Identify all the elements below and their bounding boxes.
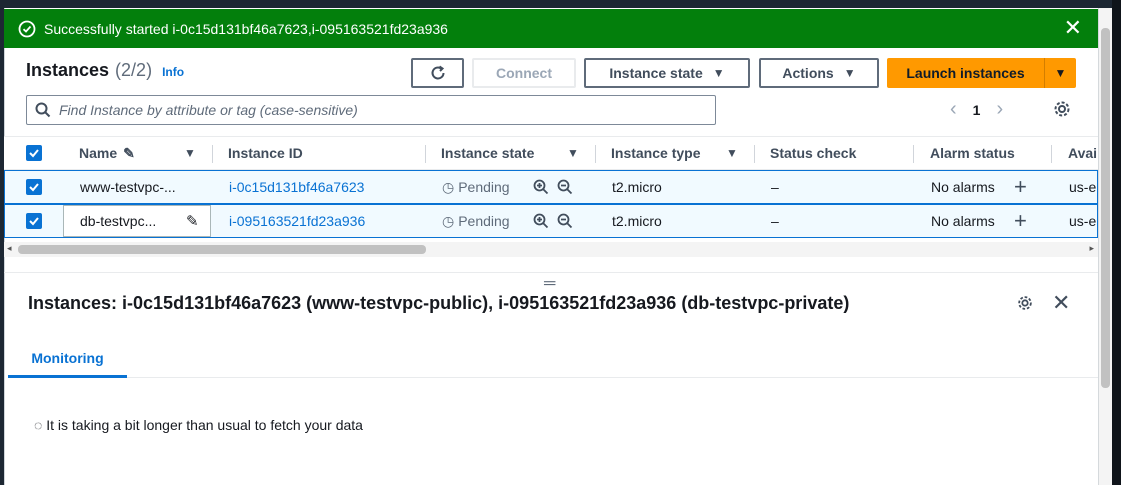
add-alarm-icon[interactable]: + — [1014, 205, 1027, 237]
instance-state-cell: ◷ Pending — [442, 205, 510, 237]
status-check: – — [771, 179, 779, 195]
close-icon[interactable]: ✕ — [1052, 290, 1070, 316]
instance-type: t2.micro — [612, 213, 662, 229]
instance-type: t2.micro — [612, 179, 662, 195]
select-all-checkbox[interactable] — [26, 137, 42, 169]
scroll-right-arrow-icon[interactable]: ▸ — [1089, 243, 1094, 254]
instance-state-dropdown[interactable]: Instance state ▼ — [584, 58, 750, 88]
check-icon — [29, 183, 39, 192]
horizontal-scrollbar[interactable]: ◂ ▸ — [4, 242, 1098, 257]
actions-label: Actions — [782, 65, 834, 81]
state-zoom-controls — [533, 205, 573, 237]
availability-zone: us-e — [1069, 213, 1097, 229]
sort-caret-icon[interactable]: ▼ — [184, 137, 196, 169]
current-page[interactable]: 1 — [973, 102, 981, 118]
instance-id-link[interactable]: i-095163521fd23a936 — [229, 205, 365, 237]
horizontal-scrollbar-thumb[interactable] — [18, 245, 426, 254]
info-link[interactable]: Info — [162, 65, 184, 79]
caret-down-icon: ▼ — [1054, 66, 1067, 80]
loading-status-text: It is taking a bit longer than usual to … — [46, 417, 363, 433]
details-title: Instances: i-0c15d131bf46a7623 (www-test… — [28, 293, 850, 313]
selection-count: (2/2) — [115, 60, 153, 80]
caret-down-icon: ▼ — [712, 66, 725, 80]
check-icon — [29, 149, 39, 158]
zoom-in-icon[interactable] — [533, 179, 549, 195]
window-edge — [1112, 0, 1121, 485]
add-alarm-icon[interactable]: + — [1014, 171, 1027, 203]
details-tabs: Monitoring — [8, 340, 1098, 378]
table-row[interactable]: db-testvpc... ✎ i-095163521fd23a936 ◷ Pe… — [4, 204, 1098, 238]
instance-search-input[interactable]: Find Instance by attribute or tag (case-… — [26, 95, 716, 125]
zoom-in-icon[interactable] — [533, 213, 549, 229]
pencil-icon: ✎ — [123, 144, 135, 161]
check-icon — [29, 217, 39, 226]
tab-monitoring[interactable]: Monitoring — [8, 340, 127, 378]
flash-message: Successfully started i-0c15d131bf46a7623… — [44, 20, 448, 37]
search-placeholder: Find Instance by attribute or tag (case-… — [59, 102, 358, 118]
row-checkbox[interactable] — [26, 205, 42, 237]
availability-zone: us-e — [1069, 179, 1097, 195]
row-checkbox[interactable] — [26, 171, 42, 203]
vertical-scrollbar-thumb[interactable] — [1101, 28, 1110, 388]
sort-caret-icon[interactable]: ▼ — [726, 137, 738, 169]
loading-status: ◌ It is taking a bit longer than usual t… — [34, 417, 363, 433]
zoom-out-icon[interactable] — [557, 213, 573, 229]
clock-icon: ◷ — [442, 178, 455, 195]
gear-icon[interactable] — [1016, 294, 1034, 312]
page-title: Instances — [26, 60, 110, 80]
connect-button[interactable]: Connect — [472, 58, 576, 88]
alarm-status: No alarms — [931, 213, 995, 229]
check-circle-icon — [18, 20, 36, 37]
spinner-icon: ◌ — [34, 417, 43, 433]
caret-down-icon: ▼ — [843, 66, 856, 80]
launch-instances-split-button: Launch instances ▼ — [887, 58, 1076, 88]
connect-label: Connect — [496, 65, 552, 81]
instance-id-link[interactable]: i-0c15d131bf46a7623 — [229, 171, 364, 203]
chevron-right-icon[interactable]: › — [996, 98, 1003, 121]
actions-dropdown[interactable]: Actions ▼ — [759, 58, 879, 88]
column-header-name[interactable]: Name ✎ — [79, 137, 135, 169]
instance-state-cell: ◷ Pending — [442, 171, 510, 203]
status-check: – — [771, 213, 779, 229]
close-icon[interactable]: ✕ — [1064, 17, 1082, 39]
instance-name: www-testvpc-... — [80, 179, 176, 195]
search-icon — [35, 102, 51, 118]
instance-state-text: Pending — [458, 213, 510, 229]
pagination: ‹ 1 › — [950, 98, 1003, 121]
chevron-left-icon[interactable]: ‹ — [950, 98, 957, 121]
table-row[interactable]: www-testvpc-... i-0c15d131bf46a7623 ◷ Pe… — [4, 170, 1098, 204]
column-header-status-check[interactable]: Status check — [770, 137, 856, 169]
zoom-out-icon[interactable] — [557, 179, 573, 195]
refresh-icon — [431, 65, 444, 80]
gear-icon[interactable] — [1052, 99, 1072, 119]
launch-instances-button[interactable]: Launch instances — [887, 58, 1044, 88]
sort-caret-icon[interactable]: ▼ — [567, 137, 579, 169]
instances-header: Instances (2/2) Info — [26, 60, 184, 81]
clock-icon: ◷ — [442, 212, 455, 229]
instance-state-label: Instance state — [609, 65, 703, 81]
vertical-scrollbar[interactable] — [1098, 8, 1112, 485]
resize-handle-icon[interactable]: ═ — [544, 276, 555, 292]
success-flash-banner: Successfully started i-0c15d131bf46a7623… — [4, 9, 1098, 48]
refresh-button[interactable] — [411, 58, 464, 88]
column-header-instance-type[interactable]: Instance type — [611, 137, 700, 169]
table-header: Name ✎ ▼ Instance ID Instance state ▼ In… — [4, 136, 1098, 170]
state-zoom-controls — [533, 171, 573, 203]
alarm-status: No alarms — [931, 179, 995, 195]
instance-name: db-testvpc... — [80, 213, 157, 229]
column-header-availability-zone[interactable]: Avai — [1068, 137, 1097, 169]
instance-name-edit-cell[interactable]: db-testvpc... ✎ — [63, 205, 211, 237]
column-header-instance-id[interactable]: Instance ID — [228, 137, 303, 169]
scroll-left-arrow-icon[interactable]: ◂ — [7, 243, 12, 254]
column-header-alarm-status[interactable]: Alarm status — [930, 137, 1015, 169]
instance-state-text: Pending — [458, 179, 510, 195]
column-name-label: Name — [79, 145, 118, 161]
launch-options-button[interactable]: ▼ — [1044, 58, 1076, 88]
pencil-icon[interactable]: ✎ — [186, 212, 199, 230]
column-header-instance-state[interactable]: Instance state — [441, 137, 534, 169]
